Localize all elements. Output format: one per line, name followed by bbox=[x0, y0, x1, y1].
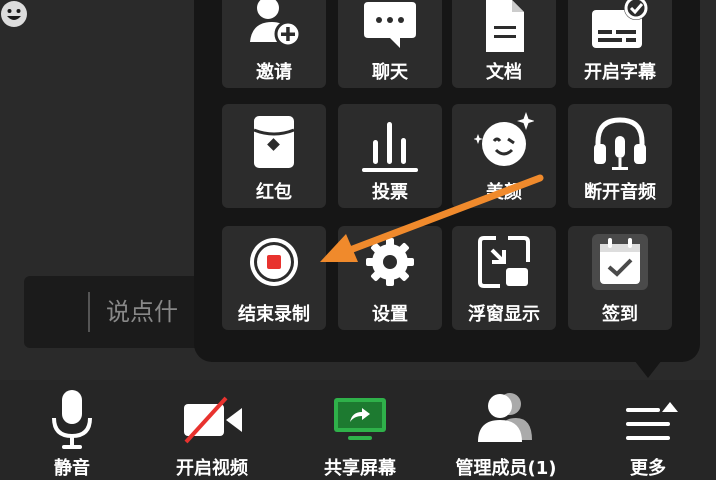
headphones-icon bbox=[594, 117, 646, 170]
vote-button[interactable]: 投票 bbox=[338, 104, 442, 208]
enable-subtitle-label: 开启字幕 bbox=[584, 62, 656, 83]
manage-members-label: 管理成员(1) bbox=[455, 458, 557, 479]
invite-button[interactable]: 邀请 bbox=[222, 0, 326, 88]
disconnect-audio-label: 断开音频 bbox=[584, 182, 656, 203]
stop-recording-label: 结束录制 bbox=[238, 304, 310, 325]
beauty-button[interactable]: 美颜 bbox=[452, 104, 556, 208]
invite-label: 邀请 bbox=[256, 62, 292, 83]
disconnect-audio-button[interactable]: 断开音频 bbox=[568, 104, 672, 208]
subtitle-icon bbox=[592, 0, 648, 48]
video-off-icon bbox=[184, 396, 242, 444]
invite-user-icon bbox=[250, 0, 302, 48]
floating-window-button[interactable]: 浮窗显示 bbox=[452, 226, 556, 330]
red-envelope-button[interactable]: 红包 bbox=[222, 104, 326, 208]
red-envelope-icon bbox=[253, 116, 295, 168]
check-in-label: 签到 bbox=[602, 304, 638, 325]
start-video-label: 开启视频 bbox=[176, 458, 248, 479]
beauty-face-icon bbox=[474, 112, 534, 166]
members-icon bbox=[478, 393, 532, 442]
gear-icon bbox=[366, 238, 414, 286]
chat-separator bbox=[88, 292, 90, 332]
vote-chart-icon bbox=[362, 122, 418, 172]
bottom-toolbar: 静音 开启视频 共享屏幕 管理成员(1) 更多 bbox=[0, 380, 716, 480]
document-label: 文档 bbox=[486, 62, 522, 83]
microphone-icon bbox=[52, 390, 92, 449]
chat-button[interactable]: 聊天 bbox=[338, 0, 442, 88]
document-icon bbox=[486, 0, 524, 52]
stop-recording-icon bbox=[250, 238, 298, 286]
more-panel-pointer bbox=[634, 360, 662, 378]
stop-recording-button[interactable]: 结束录制 bbox=[222, 226, 326, 330]
settings-label: 设置 bbox=[372, 304, 408, 325]
share-screen-label: 共享屏幕 bbox=[324, 458, 396, 479]
enable-subtitle-button[interactable]: 开启字幕 bbox=[568, 0, 672, 88]
document-button[interactable]: 文档 bbox=[452, 0, 556, 88]
beauty-label: 美颜 bbox=[486, 182, 522, 203]
chat-bubble-icon bbox=[364, 2, 416, 48]
settings-button[interactable]: 设置 bbox=[338, 226, 442, 330]
mute-label: 静音 bbox=[54, 458, 90, 479]
floating-window-label: 浮窗显示 bbox=[468, 304, 540, 325]
vote-label: 投票 bbox=[372, 182, 408, 203]
chat-input[interactable]: 说点什 bbox=[106, 296, 196, 328]
check-in-calendar-icon bbox=[592, 234, 648, 290]
check-in-button[interactable]: 签到 bbox=[568, 226, 672, 330]
emoji-icon[interactable] bbox=[0, 0, 28, 28]
share-screen-icon bbox=[334, 398, 386, 440]
floating-window-icon bbox=[478, 236, 530, 288]
chat-label: 聊天 bbox=[372, 62, 408, 83]
more-menu-icon bbox=[626, 402, 678, 440]
more-label: 更多 bbox=[630, 458, 666, 479]
red-envelope-label: 红包 bbox=[256, 182, 292, 203]
